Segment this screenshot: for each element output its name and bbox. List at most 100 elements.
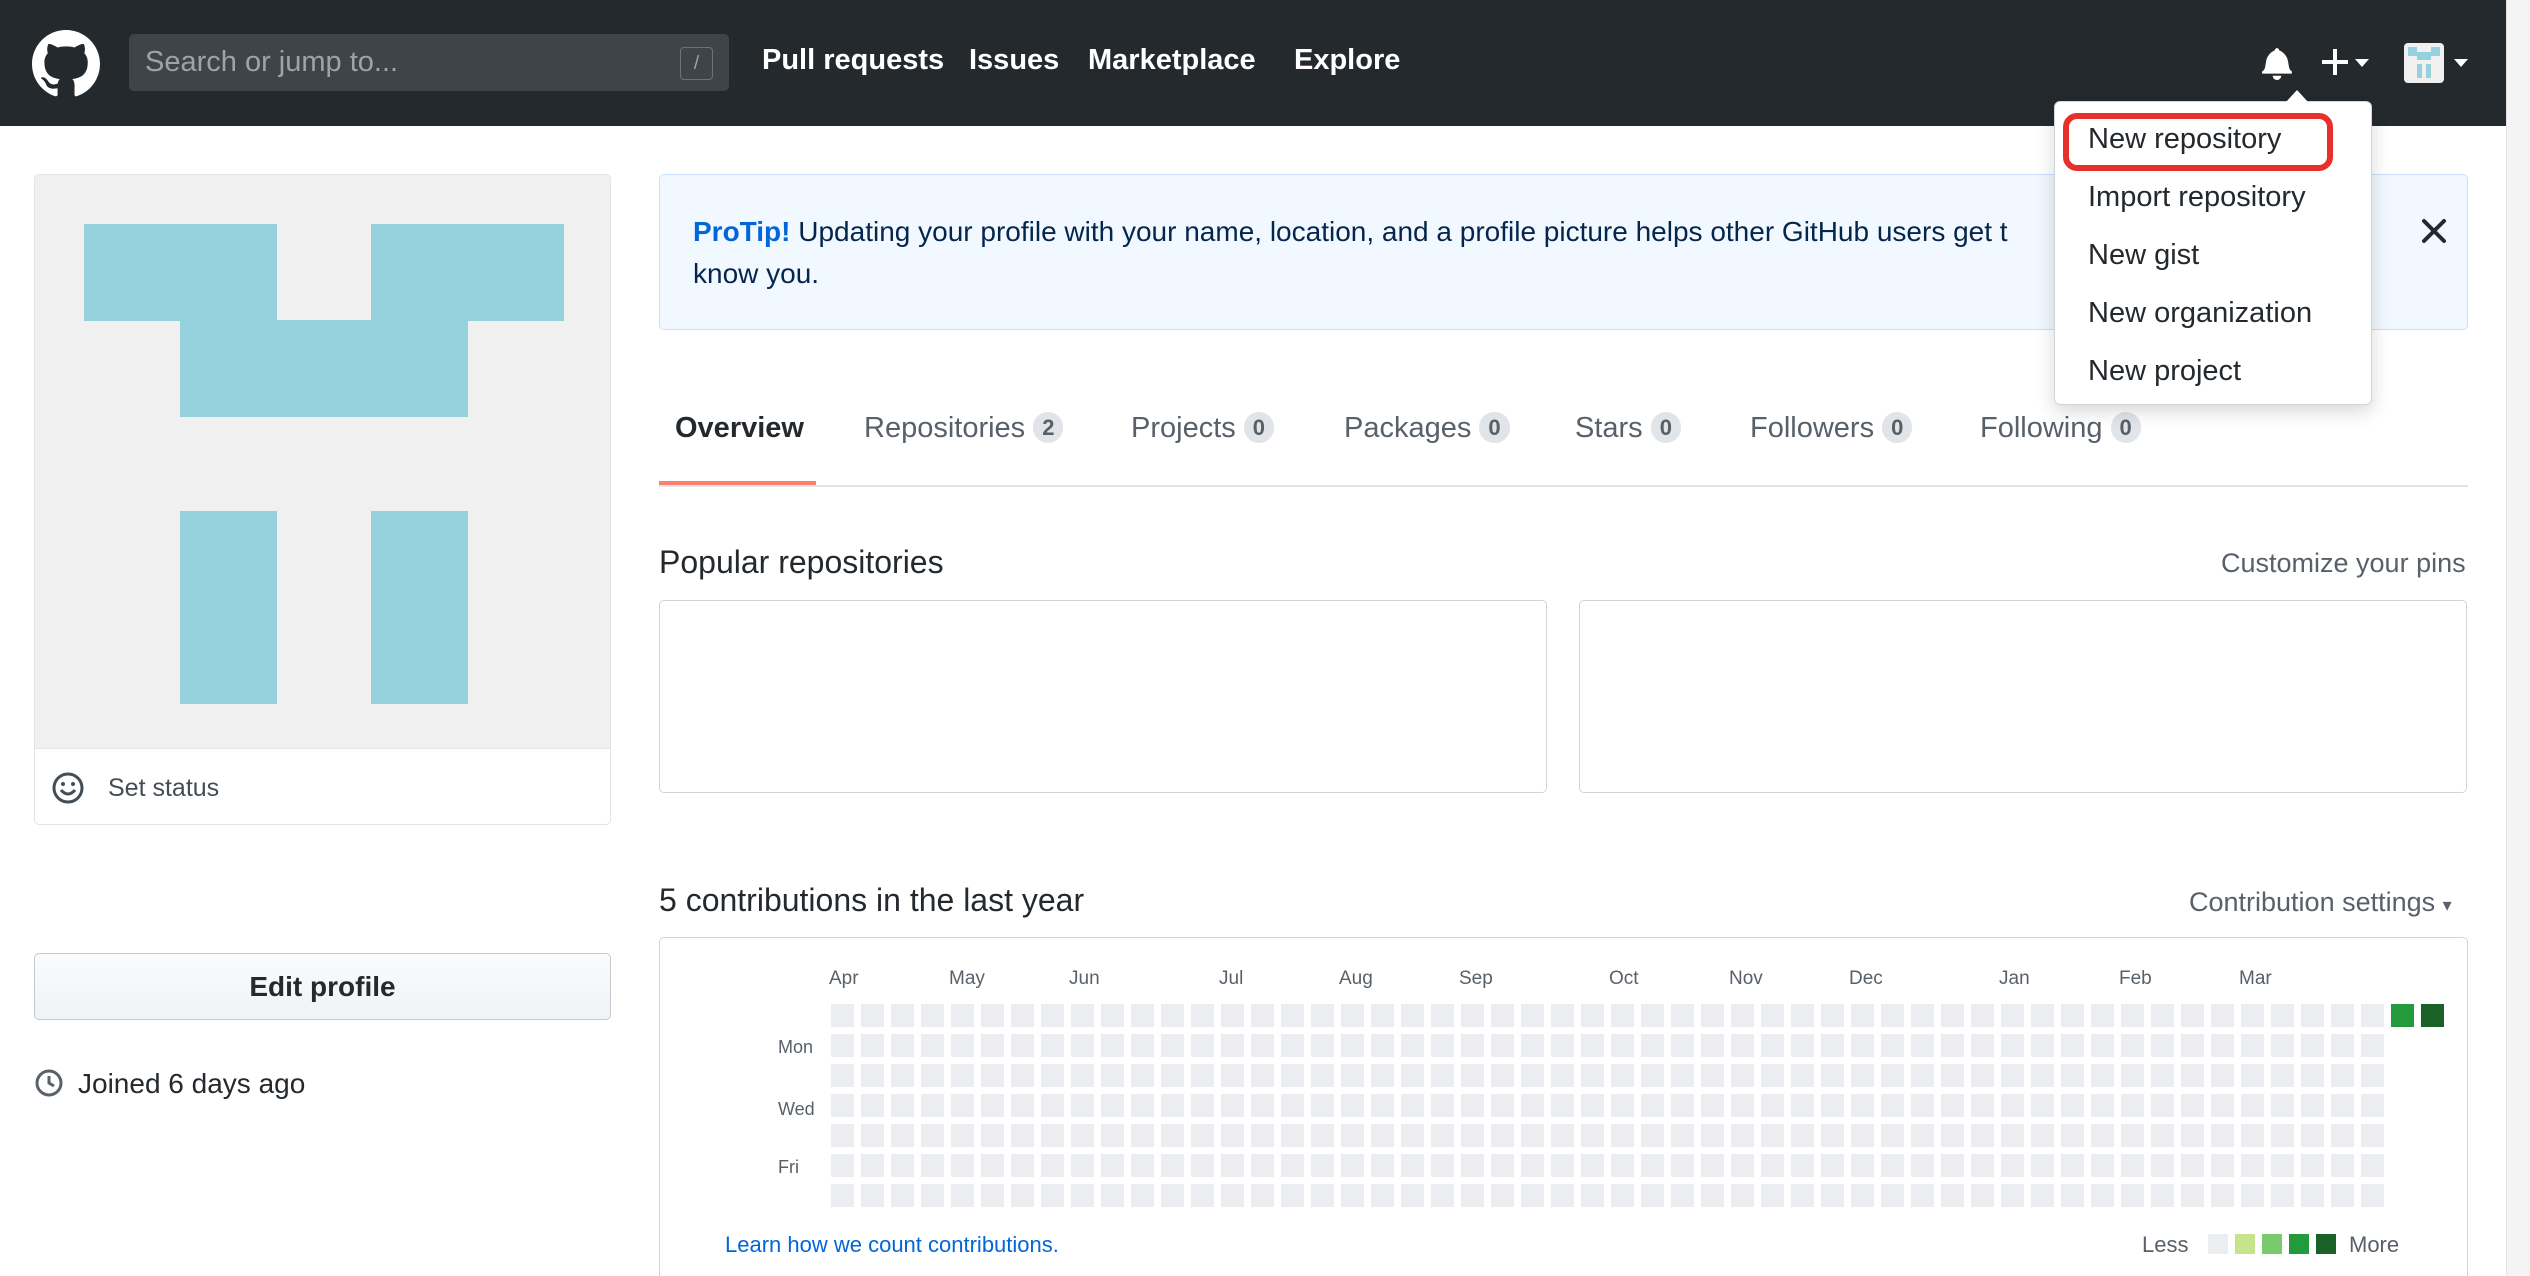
contribution-day[interactable] [2271,1184,2294,1207]
contribution-day[interactable] [861,1124,884,1147]
contribution-day[interactable] [1341,1184,1364,1207]
contribution-day[interactable] [951,1154,974,1177]
contribution-day[interactable] [2301,1124,2324,1147]
contribution-day[interactable] [861,1094,884,1117]
contribution-day[interactable] [1371,1004,1394,1027]
tab-stars[interactable]: Stars 0 [1575,412,1681,445]
contribution-day[interactable] [1311,1154,1334,1177]
contribution-day[interactable] [1731,1034,1754,1057]
contribution-day[interactable] [951,1094,974,1117]
contribution-day[interactable] [1071,1034,1094,1057]
contribution-day[interactable] [1191,1184,1214,1207]
contribution-day[interactable] [1101,1154,1124,1177]
contribution-day[interactable] [1611,1154,1634,1177]
contribution-day[interactable] [891,1154,914,1177]
contribution-day[interactable] [981,1064,1004,1087]
contribution-day[interactable] [2121,1154,2144,1177]
contribution-day[interactable] [1791,1094,1814,1117]
contribution-day[interactable] [1161,1094,1184,1117]
contribution-day[interactable] [1431,1034,1454,1057]
contribution-day[interactable] [981,1034,1004,1057]
contribution-day[interactable] [1851,1034,1874,1057]
contribution-day[interactable] [1131,1154,1154,1177]
contribution-day[interactable] [1641,1154,1664,1177]
contribution-day[interactable] [1131,1034,1154,1057]
contribution-day[interactable] [1641,1064,1664,1087]
contribution-day[interactable] [1911,1094,1934,1117]
contribution-day[interactable] [1881,1154,1904,1177]
contribution-day[interactable] [921,1124,944,1147]
contribution-day[interactable] [1911,1064,1934,1087]
contribution-day[interactable] [1641,1094,1664,1117]
contribution-day[interactable] [1971,1064,1994,1087]
tab-projects[interactable]: Projects 0 [1131,412,1275,445]
contribution-day[interactable] [2091,1094,2114,1117]
contribution-day[interactable] [1131,1184,1154,1207]
contribution-day[interactable] [1671,1064,1694,1087]
contribution-day[interactable] [1251,1034,1274,1057]
nav-pull-requests[interactable]: Pull requests [762,44,944,77]
customize-pins-link[interactable]: Customize your pins [2221,548,2466,579]
contribution-day[interactable] [1461,1154,1484,1177]
tab-followers[interactable]: Followers 0 [1750,412,1913,445]
contribution-day[interactable] [1191,1004,1214,1027]
contribution-day[interactable] [1521,1064,1544,1087]
contribution-day[interactable] [1371,1034,1394,1057]
contribution-day[interactable] [891,1184,914,1207]
contribution-day[interactable] [1161,1154,1184,1177]
contribution-day[interactable] [861,1184,884,1207]
contribution-day[interactable] [1731,1064,1754,1087]
contribution-day[interactable] [1701,1064,1724,1087]
contribution-day[interactable] [2301,1034,2324,1057]
contribution-day[interactable] [1011,1064,1034,1087]
contribution-day[interactable] [2241,1064,2264,1087]
contribution-day[interactable] [1131,1064,1154,1087]
contribution-day[interactable] [2151,1064,2174,1087]
contribution-day[interactable] [1821,1034,1844,1057]
contribution-day[interactable] [1491,1124,1514,1147]
contribution-day[interactable] [1761,1004,1784,1027]
contribution-day[interactable] [1401,1094,1424,1117]
contribution-day[interactable] [2241,1094,2264,1117]
contribution-day[interactable] [2001,1034,2024,1057]
contribution-day[interactable] [2151,1094,2174,1117]
contribution-day[interactable] [921,1184,944,1207]
contribution-day[interactable] [1581,1034,1604,1057]
contribution-day[interactable] [1941,1034,1964,1057]
contribution-day[interactable] [1551,1124,1574,1147]
contribution-day[interactable] [1281,1064,1304,1087]
contribution-day[interactable] [1791,1034,1814,1057]
contribution-day[interactable] [1581,1184,1604,1207]
contribution-day[interactable] [2211,1034,2234,1057]
contribution-day[interactable] [861,1064,884,1087]
contribution-day[interactable] [1011,1094,1034,1117]
contribution-day[interactable] [891,1004,914,1027]
contribution-day[interactable] [1311,1064,1334,1087]
contribution-day[interactable] [1191,1154,1214,1177]
menu-item-new-gist[interactable]: New gist [2088,239,2199,272]
contribution-day[interactable] [951,1064,974,1087]
contribution-day[interactable] [1011,1184,1034,1207]
menu-item-new-project[interactable]: New project [2088,355,2241,388]
edit-profile-button[interactable]: Edit profile [34,953,611,1020]
contribution-day[interactable] [2211,1004,2234,1027]
contribution-day[interactable] [1641,1004,1664,1027]
contribution-day[interactable] [1521,1094,1544,1117]
contribution-day[interactable] [2061,1154,2084,1177]
contribution-day[interactable] [2091,1034,2114,1057]
contribution-day[interactable] [2031,1184,2054,1207]
contribution-day[interactable] [2211,1124,2234,1147]
contribution-day[interactable] [1791,1124,1814,1147]
contribution-day[interactable] [2001,1094,2024,1117]
tab-packages[interactable]: Packages 0 [1344,412,1510,445]
contribution-day[interactable] [2031,1094,2054,1117]
contribution-day[interactable] [1071,1124,1094,1147]
tab-following[interactable]: Following 0 [1980,412,2141,445]
contribution-day[interactable] [1791,1004,1814,1027]
contribution-day[interactable] [951,1004,974,1027]
contribution-day[interactable] [2271,1154,2294,1177]
contribution-day[interactable] [2001,1064,2024,1087]
contribution-day[interactable] [831,1064,854,1087]
contribution-day[interactable] [1371,1184,1394,1207]
contribution-day[interactable] [921,1064,944,1087]
